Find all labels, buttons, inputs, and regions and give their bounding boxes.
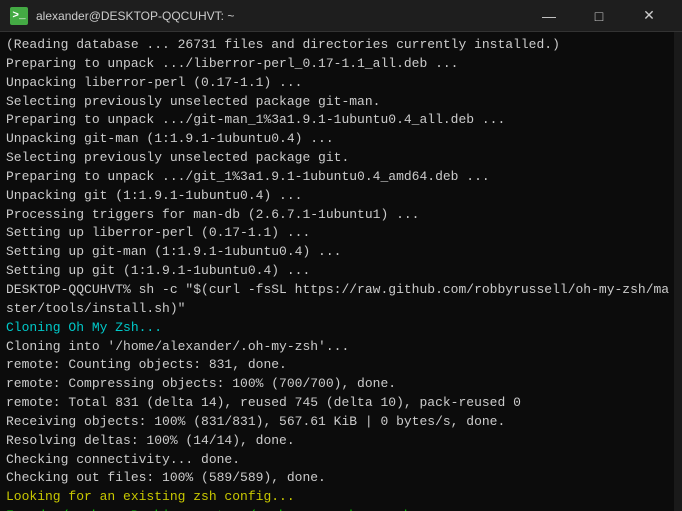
terminal-line: (Reading database ... 26731 files and di… [6, 36, 676, 55]
terminal-line: Processing triggers for man-db (2.6.7.1-… [6, 206, 676, 225]
terminal-icon: >_ [10, 7, 28, 25]
terminal-line: Setting up git-man (1:1.9.1-1ubuntu0.4) … [6, 243, 676, 262]
terminal-line: Found ~/.zshrc. Backing up to ~/.zshrc.p… [6, 507, 676, 511]
terminal-line: remote: Total 831 (delta 14), reused 745… [6, 394, 676, 413]
terminal-line: Preparing to unpack .../git-man_1%3a1.9.… [6, 111, 676, 130]
terminal-body[interactable]: (Reading database ... 26731 files and di… [0, 32, 682, 511]
terminal-line: Unpacking liberror-perl (0.17-1.1) ... [6, 74, 676, 93]
terminal-line: Unpacking git (1:1.9.1-1ubuntu0.4) ... [6, 187, 676, 206]
terminal-line: Resolving deltas: 100% (14/14), done. [6, 432, 676, 451]
terminal-line: Preparing to unpack .../liberror-perl_0.… [6, 55, 676, 74]
terminal-window: >_ alexander@DESKTOP-QQCUHVT: ~ — □ ✕ (R… [0, 0, 682, 511]
terminal-line: Looking for an existing zsh config... [6, 488, 676, 507]
terminal-line: remote: Counting objects: 831, done. [6, 356, 676, 375]
window-controls: — □ ✕ [526, 0, 672, 32]
maximize-button[interactable]: □ [576, 0, 622, 32]
scrollbar[interactable] [674, 32, 682, 511]
terminal-line: Unpacking git-man (1:1.9.1-1ubuntu0.4) .… [6, 130, 676, 149]
terminal-line: Cloning Oh My Zsh... [6, 319, 676, 338]
terminal-line: Checking out files: 100% (589/589), done… [6, 469, 676, 488]
terminal-line: Receiving objects: 100% (831/831), 567.6… [6, 413, 676, 432]
terminal-output: (Reading database ... 26731 files and di… [6, 36, 676, 511]
terminal-line: Cloning into '/home/alexander/.oh-my-zsh… [6, 338, 676, 357]
terminal-line: Checking connectivity... done. [6, 451, 676, 470]
terminal-line: Setting up liberror-perl (0.17-1.1) ... [6, 224, 676, 243]
title-bar: >_ alexander@DESKTOP-QQCUHVT: ~ — □ ✕ [0, 0, 682, 32]
minimize-button[interactable]: — [526, 0, 572, 32]
close-button[interactable]: ✕ [626, 0, 672, 32]
terminal-line: Preparing to unpack .../git_1%3a1.9.1-1u… [6, 168, 676, 187]
icon-text: >_ [12, 10, 25, 22]
terminal-line: Setting up git (1:1.9.1-1ubuntu0.4) ... [6, 262, 676, 281]
terminal-line: Selecting previously unselected package … [6, 93, 676, 112]
terminal-line: Selecting previously unselected package … [6, 149, 676, 168]
terminal-line: remote: Compressing objects: 100% (700/7… [6, 375, 676, 394]
terminal-line: DESKTOP-QQCUHVT% sh -c "$(curl -fsSL htt… [6, 281, 676, 319]
window-title: alexander@DESKTOP-QQCUHVT: ~ [36, 9, 526, 23]
